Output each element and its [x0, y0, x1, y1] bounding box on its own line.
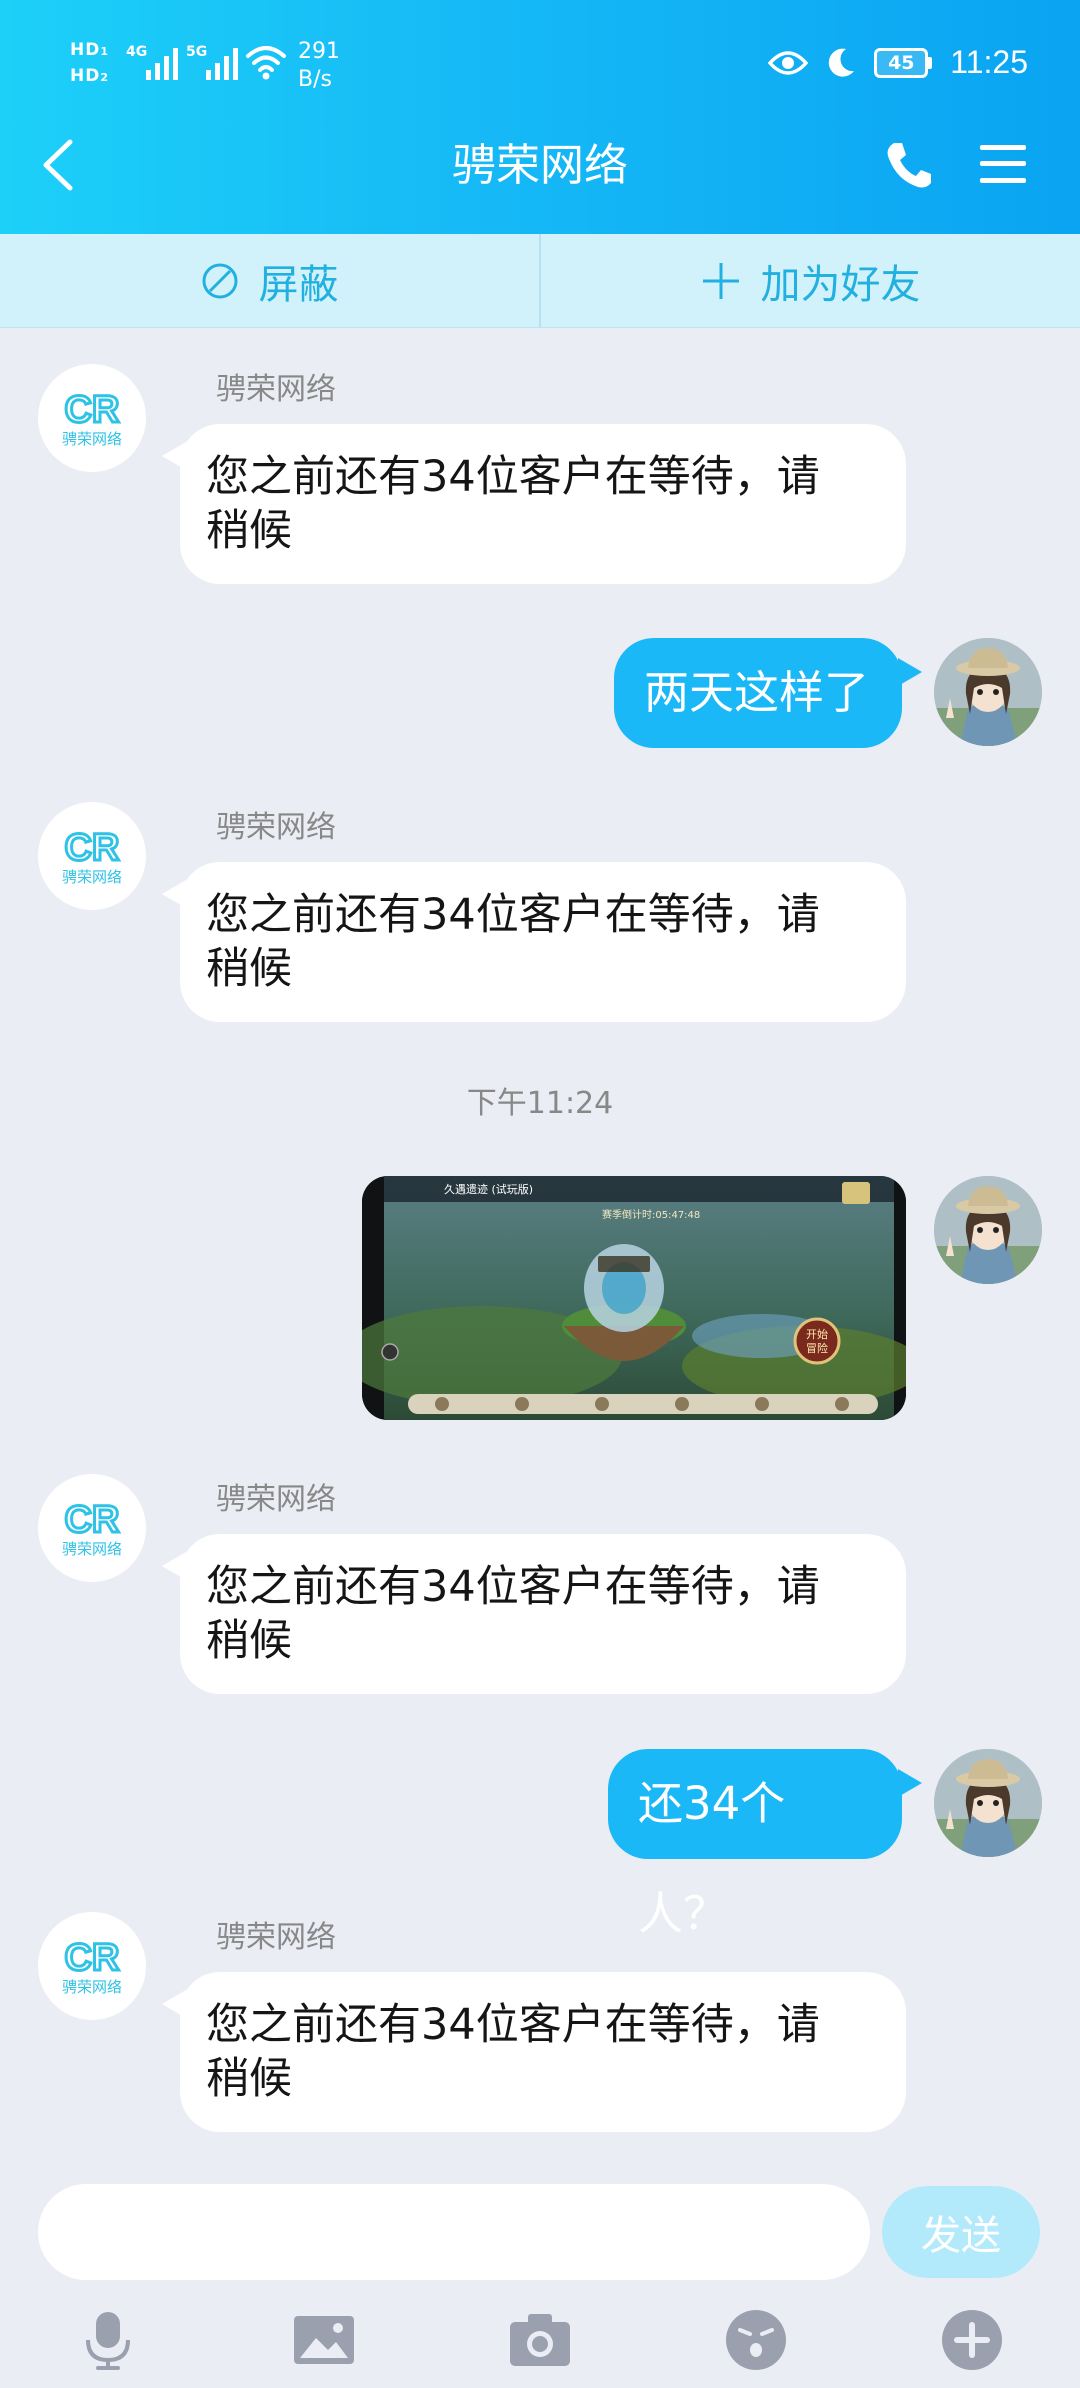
message-text-line: 稍候 — [206, 2054, 292, 2104]
add-friend-label: 加为好友 — [760, 261, 921, 308]
speed-value: 291 — [298, 39, 340, 64]
plus-circle-icon[interactable] — [940, 2308, 1004, 2372]
hd2-sub: 2 — [100, 71, 109, 84]
moon-icon — [829, 48, 855, 77]
emoji-icon[interactable] — [724, 2308, 788, 2372]
sender-name: 骋荣网络 — [216, 372, 336, 407]
message-text: 还34个人？ — [638, 1777, 786, 1940]
message-timestamp: 下午11:24 — [466, 1086, 614, 1121]
message-text-line: 稍候 — [206, 506, 292, 556]
cr-logo-icon: CR 骋荣网络 — [62, 1936, 122, 1997]
svg-text:CR: CR — [65, 1499, 120, 1541]
outgoing-message[interactable]: 还34个人？ — [608, 1749, 922, 1940]
message-text-line: 稍候 — [206, 944, 292, 994]
cr-logo-icon: CR 骋荣网络 — [62, 388, 122, 449]
chat-header: HD1 HD2 4G 5G 291 B/s 45 11:25 骋荣网络 — [0, 0, 1080, 234]
contact-avatar[interactable]: CR 骋荣网络 — [38, 364, 146, 472]
add-friend-button[interactable]: 加为好友 — [541, 234, 1080, 327]
network-type-1: 4G — [126, 44, 148, 60]
message-text-line: 稍候 — [206, 1616, 292, 1666]
game-timer-text: 赛季倒计时:05:47:48 — [602, 1208, 700, 1221]
game-title-text: 久遇遗迹 (试玩版) — [444, 1182, 533, 1196]
cr-logo-icon: CR 骋荣网络 — [62, 1498, 122, 1559]
outgoing-image-message[interactable]: 久遇遗迹 (试玩版) 赛季倒计时:05:47:48 开始 冒险 — [362, 1176, 906, 1420]
svg-text:骋荣网络: 骋荣网络 — [62, 1978, 122, 1996]
contact-avatar[interactable]: CR 骋荣网络 — [38, 802, 146, 910]
sender-name: 骋荣网络 — [216, 1482, 336, 1517]
menu-icon[interactable] — [978, 143, 1028, 185]
eye-comfort-icon — [768, 50, 809, 75]
my-avatar[interactable] — [934, 638, 1042, 746]
incoming-message[interactable]: 您之前还有34位客户在等待，请 稍候 — [162, 862, 906, 1022]
anime-girl-avatar-icon — [934, 1749, 1042, 1857]
phone-icon[interactable] — [884, 140, 932, 190]
sim-indicators: HD1 HD2 — [70, 38, 109, 90]
svg-text:骋荣网络: 骋荣网络 — [62, 1540, 122, 1558]
svg-text:骋荣网络: 骋荣网络 — [62, 430, 122, 448]
message-composer: 发送 — [0, 2180, 1080, 2288]
clock: 11:25 — [950, 44, 1028, 80]
block-button[interactable]: 屏蔽 — [0, 234, 539, 327]
microphone-icon[interactable] — [76, 2308, 140, 2372]
contact-avatar[interactable]: CR 骋荣网络 — [38, 1912, 146, 2020]
wifi-icon — [246, 46, 286, 80]
contact-avatar[interactable]: CR 骋荣网络 — [38, 1474, 146, 1582]
hd2-label: HD — [70, 66, 101, 86]
outgoing-message[interactable]: 两天这样了 — [614, 638, 922, 748]
signal-icon-2 — [206, 46, 238, 80]
action-bar: 屏蔽 加为好友 — [0, 234, 1080, 328]
message-text-line: 您之前还有34位客户在等待，请 — [206, 1562, 820, 1612]
image-icon[interactable] — [292, 2308, 356, 2372]
message-input[interactable] — [38, 2184, 870, 2280]
anime-girl-avatar-icon — [934, 1176, 1042, 1284]
start-adventure-text: 开始 — [806, 1327, 828, 1341]
svg-text:CR: CR — [65, 389, 120, 431]
sender-name: 骋荣网络 — [216, 1920, 336, 1955]
battery-level: 45 — [874, 47, 929, 78]
start-adventure-text: 冒险 — [806, 1341, 828, 1355]
battery-icon: 45 — [874, 47, 933, 78]
send-button[interactable]: 发送 — [882, 2186, 1040, 2278]
block-label: 屏蔽 — [258, 261, 339, 308]
my-avatar[interactable] — [934, 1176, 1042, 1284]
message-text-line: 您之前还有34位客户在等待，请 — [206, 890, 820, 940]
message-text-line: 您之前还有34位客户在等待，请 — [206, 452, 820, 502]
cr-logo-icon: CR 骋荣网络 — [62, 826, 122, 887]
network-speed: 291 B/s — [298, 38, 340, 94]
svg-text:CR: CR — [65, 827, 120, 869]
svg-text:骋荣网络: 骋荣网络 — [62, 868, 122, 886]
camera-icon[interactable] — [508, 2308, 572, 2372]
game-screenshot-image: 久遇遗迹 (试玩版) 赛季倒计时:05:47:48 开始 冒险 — [362, 1176, 906, 1420]
message-text: 两天这样了 — [644, 666, 870, 719]
message-text-line: 您之前还有34位客户在等待，请 — [206, 2000, 820, 2050]
incoming-message[interactable]: 您之前还有34位客户在等待，请 稍候 — [162, 1972, 906, 2132]
speed-unit: B/s — [298, 67, 332, 92]
composer-toolbar — [0, 2294, 1080, 2388]
anime-girl-avatar-icon — [934, 638, 1042, 746]
hd1-sub: 1 — [100, 45, 109, 58]
status-bar: HD1 HD2 4G 5G 291 B/s 45 11:25 — [0, 0, 1080, 130]
hd1-label: HD — [70, 40, 101, 60]
plus-icon — [702, 262, 739, 299]
sender-name: 骋荣网络 — [216, 810, 336, 845]
incoming-message[interactable]: 您之前还有34位客户在等待，请 稍候 — [162, 424, 906, 584]
signal-icon-1 — [146, 46, 178, 80]
network-type-2: 5G — [186, 44, 208, 60]
my-avatar[interactable] — [934, 1749, 1042, 1857]
incoming-message[interactable]: 您之前还有34位客户在等待，请 稍候 — [162, 1534, 906, 1694]
block-icon — [202, 263, 237, 298]
svg-text:CR: CR — [65, 1937, 120, 1979]
